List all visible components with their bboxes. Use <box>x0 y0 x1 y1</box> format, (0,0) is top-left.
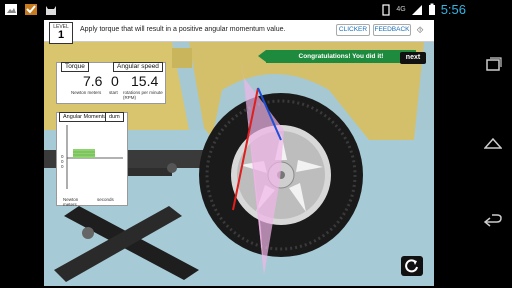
vibrate-icon <box>382 3 390 16</box>
simulation-app: LEVEL 1 Apply torque that will result in… <box>44 20 434 286</box>
device-screen: 4G 5:56 LEVEL 1 Apply torque that will r… <box>0 0 512 288</box>
next-button[interactable]: next <box>400 52 426 64</box>
checkbox-notification-icon <box>25 4 37 15</box>
banner-tail <box>258 50 266 62</box>
signal-icon <box>411 4 422 15</box>
graph-xlabel-1: Newton meters <box>63 197 79 207</box>
recent-apps-icon[interactable] <box>484 55 502 73</box>
angular-momentum-graph: Angular Momentum dum 0 0 0 Newton meters… <box>56 112 128 207</box>
instruction-text: Apply torque that will result in a posit… <box>80 26 286 33</box>
torque-unit: Newton meters <box>71 90 102 95</box>
clicker-button[interactable]: CLICKER <box>336 24 370 36</box>
navigation-bar <box>472 0 512 288</box>
speed-value: 15.4 <box>131 73 159 89</box>
share-icon[interactable]: ⯑ <box>415 24 425 36</box>
top-toolbar: LEVEL 1 Apply torque that will result in… <box>44 20 434 44</box>
torque-value-2: 0 <box>111 73 119 89</box>
graph-bar <box>73 149 95 158</box>
battery-icon <box>428 3 435 15</box>
gallery-notification-icon <box>5 4 17 15</box>
feedback-button[interactable]: FEEDBACK <box>373 24 411 36</box>
graph-xlabel-2: seconds <box>97 197 114 202</box>
home-icon[interactable] <box>484 135 502 153</box>
congratulations-banner: Congratulations! You did it! <box>266 50 416 63</box>
clock: 5:56 <box>440 2 466 17</box>
graph-tick-3: 0 <box>61 164 64 169</box>
graph-plot <box>66 125 123 189</box>
status-bar: 4G 5:56 <box>0 0 472 20</box>
cat-notification-icon <box>46 6 56 15</box>
readout-panel: Torque 7.6 0 Newton meters start Angular… <box>56 62 166 104</box>
jack-bolt <box>167 163 177 173</box>
level-indicator: LEVEL 1 <box>49 22 73 44</box>
jack-pivot <box>82 227 94 239</box>
restart-button[interactable] <box>401 256 423 276</box>
car-door-panel <box>172 48 192 68</box>
graph-tag-2: dum <box>105 112 124 122</box>
torque-tag: Torque <box>61 62 89 72</box>
network-type: 4G <box>396 6 406 13</box>
speed-tag: Angular speed <box>113 62 163 72</box>
restart-icon <box>405 259 418 273</box>
speed-unit: rotations per minute (RPM) <box>123 90 163 100</box>
back-icon[interactable] <box>484 213 502 231</box>
torque-unit-2: start <box>109 90 118 95</box>
torque-value: 7.6 <box>83 73 103 89</box>
level-number: 1 <box>57 29 65 41</box>
